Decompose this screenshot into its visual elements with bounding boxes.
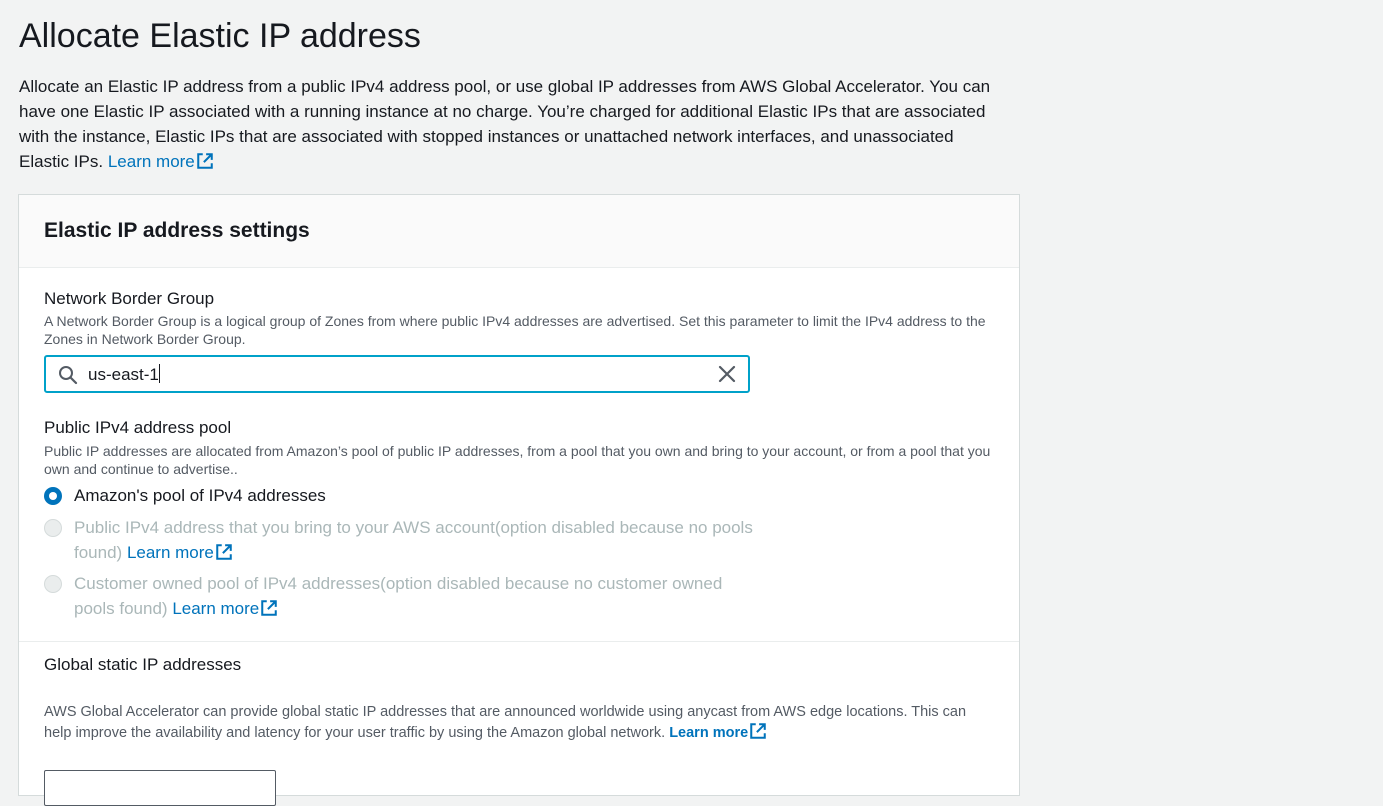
section-divider [19, 641, 1019, 642]
page-description: Allocate an Elastic IP address from a pu… [19, 74, 999, 174]
ipv4-pool-label: Public IPv4 address pool [44, 418, 232, 437]
radio-button-disabled [44, 575, 62, 593]
external-link-icon [261, 600, 278, 616]
radio-option-text: Public IPv4 address that you bring to yo… [74, 515, 754, 565]
external-link-icon [216, 544, 232, 560]
external-link-icon [750, 723, 766, 739]
panel-header: Elastic IP address settings [19, 195, 1019, 268]
external-link-icon [197, 153, 213, 169]
intro-learn-more-link[interactable]: Learn more [108, 152, 214, 171]
radio-option-label: Amazon's pool of IPv4 addresses [74, 486, 326, 505]
search-icon [59, 366, 78, 385]
global-static-ip-text: AWS Global Accelerator can provide globa… [44, 704, 967, 741]
global-accelerator-learn-more-link[interactable]: Learn more [669, 723, 767, 741]
radio-button-selected[interactable] [44, 487, 62, 505]
text-cursor [158, 364, 160, 383]
radio-button-disabled [44, 519, 62, 537]
search-input-value: us-east-1 [88, 365, 159, 384]
network-border-group-description: A Network Border Group is a logical grou… [44, 313, 986, 347]
network-border-group-search-input[interactable]: us-east-1 [44, 355, 750, 393]
ipv4-pool-description: Public IP addresses are allocated from A… [44, 443, 991, 477]
panel-title: Elastic IP address settings [44, 219, 310, 242]
global-static-ip-button[interactable] [44, 770, 276, 806]
global-static-ip-description: AWS Global Accelerator can provide globa… [44, 702, 994, 743]
byoip-learn-more-link[interactable]: Learn more [127, 543, 233, 562]
elastic-ip-settings-panel: Elastic IP address settings Network Bord… [18, 194, 1020, 806]
global-static-ip-label: Global static IP addresses [44, 655, 242, 674]
page-title: Allocate Elastic IP address [19, 17, 421, 55]
radio-option-text: Customer owned pool of IPv4 addresses(op… [74, 571, 764, 621]
close-icon[interactable] [718, 365, 736, 383]
network-border-group-label: Network Border Group [44, 289, 215, 308]
customer-owned-learn-more-link[interactable]: Learn more [172, 599, 278, 618]
